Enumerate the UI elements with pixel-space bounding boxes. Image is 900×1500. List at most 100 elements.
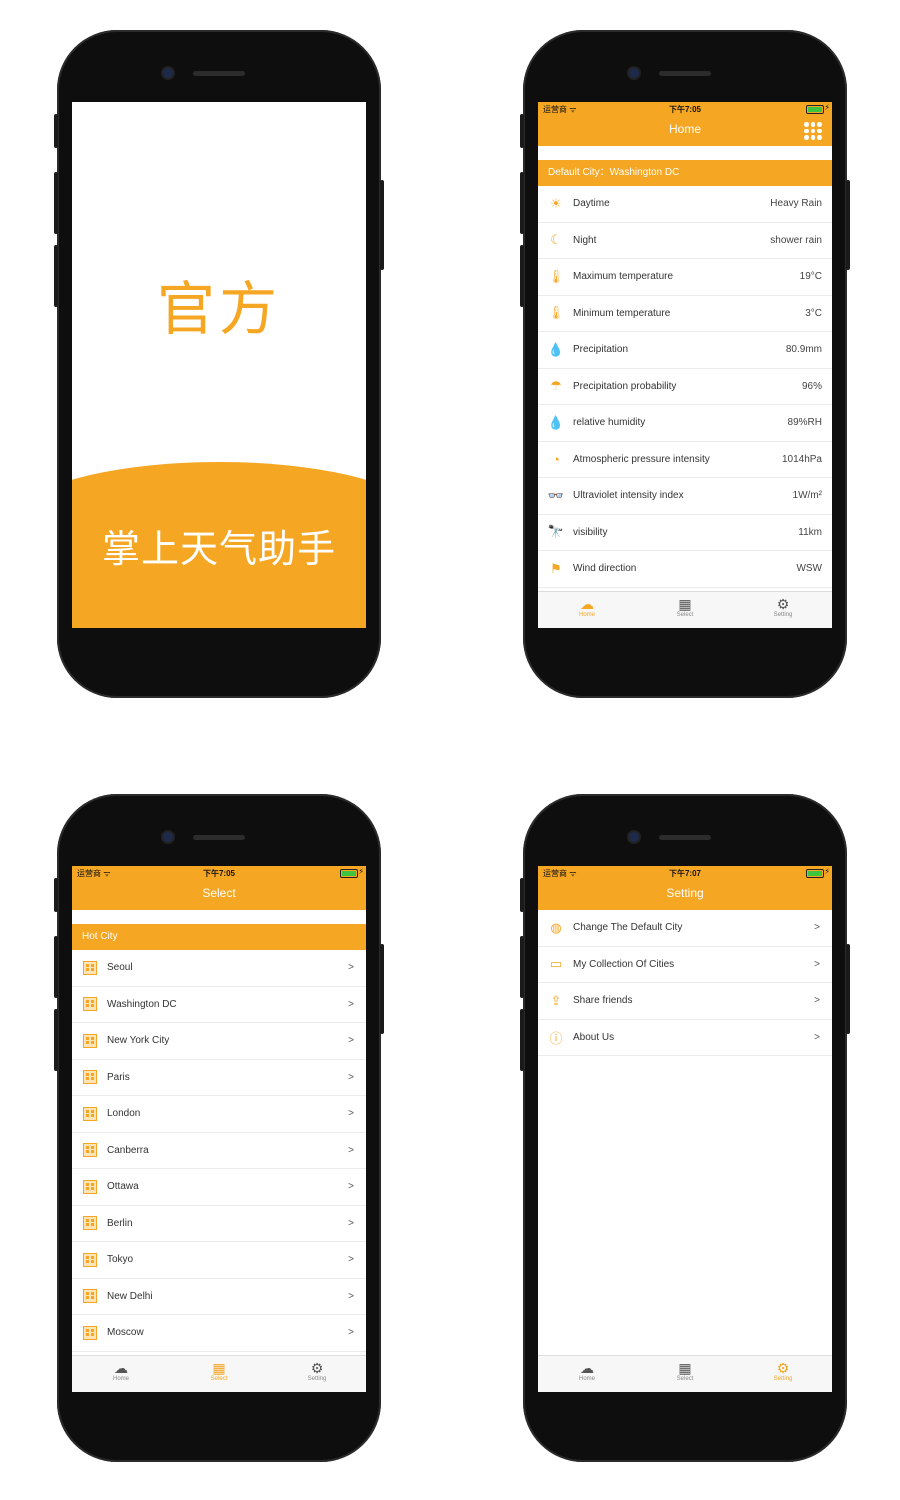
city-row[interactable]: Paris > [72,1060,366,1096]
weather-row-value: shower rain [770,234,822,246]
setting-label: Share friends [573,995,633,1007]
speaker [659,71,711,76]
setting-label: Change The Default City [573,922,683,934]
tab-bar: ☁ Home ▦ Select ⚙ Setting [538,1355,832,1392]
select-screen: 运营商 ᯤ 下午7:05 ⚡ Select Hot City Seoul > Was… [72,866,366,1392]
info-icon: ⓘ [549,1030,563,1046]
setting-row[interactable]: ⓘ About Us > [538,1020,832,1056]
building-icon [82,1325,98,1341]
chevron-right-icon: > [814,1031,820,1043]
weather-row: 🌡 Minimum temperature 3°C [538,296,832,332]
thermometer-icon: 🌡 [547,268,565,284]
city-row[interactable]: Moscow > [72,1315,366,1352]
chevron-right-icon: > [348,998,354,1010]
city-row[interactable]: New Delhi > [72,1279,366,1315]
city-name: Seoul [107,962,133,974]
weather-row-label: Wind direction [573,563,637,575]
setting-row[interactable]: ◍ Change The Default City > [538,910,832,947]
tab-select-label: Select [210,1376,228,1382]
status-bar: 运营商 ᯤ 下午7:07 ⚡ [538,866,832,880]
weather-row-value: 89%RH [787,417,822,429]
city-row[interactable]: London > [72,1096,366,1133]
grid-menu-icon[interactable] [804,122,822,140]
nav-bar: Setting [538,880,832,910]
building-icon [82,1033,98,1049]
weather-row-value: 96% [801,380,822,392]
weather-row-label: Precipitation [573,344,629,356]
nav-bar: Home [538,116,832,146]
tab-setting[interactable]: ⚙ Setting [268,1356,366,1392]
chevron-right-icon: > [348,1327,354,1339]
chevron-right-icon: > [348,1181,354,1193]
tab-select[interactable]: ▦ Select [636,592,734,628]
umbrella-icon: ☂ [550,378,562,394]
splash-subtitle: 掌上天气助手 [101,527,336,571]
tab-select[interactable]: ▦ Select [170,1356,268,1392]
tab-setting[interactable]: ⚙ Setting [734,592,832,628]
city-row[interactable]: New York City > [72,1023,366,1060]
city-row[interactable]: Canberra > [72,1133,366,1169]
tab-setting-label: Setting [773,1376,793,1382]
building-icon [82,1215,98,1231]
building-icon: ▦ [678,596,692,612]
cloud-sun-icon: ☁ [580,1360,594,1376]
setting-row[interactable]: ▭ My Collection Of Cities > [538,947,832,983]
status-bar: 运营商 ᯤ 下午7:05 ⚡ [72,866,366,880]
windsock-icon: ⚑ [550,560,562,576]
weather-row-label: Maximum temperature [573,271,674,283]
camera-icon [629,832,639,842]
status-bar: 运营商 ᯤ 下午7:05 ⚡ [538,102,832,116]
gauge-icon: ◔ [552,451,560,467]
building-icon [82,1069,98,1085]
weather-row: 🔭 visibility 11km [538,515,832,551]
chevron-right-icon: > [814,922,820,934]
weather-row-label: visibility [573,526,608,538]
camera-icon [163,832,173,842]
weather-row-value: WSW [796,563,822,575]
chevron-right-icon: > [348,1290,354,1302]
weather-row-value: 80.9mm [785,344,822,356]
city-list: Seoul > Washington DC > New York City > Paris >… [72,950,366,1352]
speaker [193,71,245,76]
tab-home[interactable]: ☁ Home [72,1356,170,1392]
chevron-right-icon: > [348,1035,354,1047]
cloud-sun-icon: ☁ [580,596,594,612]
weather-row-value: 11km [798,526,822,538]
city-row[interactable]: Berlin > [72,1206,366,1242]
phone-splash: 官方 掌上天气助手 [54,30,384,698]
building-icon [82,1288,98,1304]
nav-title: Home [668,122,701,136]
settings-list: ◍ Change The Default City > ▭ My Collection … [538,910,832,1056]
tab-home-label: Home [578,612,595,618]
phone-select: 运营商 ᯤ 下午7:05 ⚡ Select Hot City Seoul > Was… [54,794,384,1462]
building-icon [82,1106,98,1122]
weather-row-label: Precipitation probability [573,380,677,392]
hot-city-header: Hot City [72,924,366,950]
city-row[interactable]: Seoul > [72,950,366,987]
weather-row: ◔ Atmospheric pressure intensity 1014hPa [538,442,832,478]
tab-setting[interactable]: ⚙ Setting [734,1356,832,1392]
setting-row[interactable]: ⇪ Share friends > [538,983,832,1020]
thermometer-icon: 🌡 [547,305,565,321]
tab-home[interactable]: ☁ Home [538,592,636,628]
tab-select[interactable]: ▦ Select [636,1356,734,1392]
tab-home-label: Home [578,1376,595,1382]
city-row[interactable]: Tokyo > [72,1242,366,1279]
charging-icon: ⚡ [824,867,830,876]
city-name: Ottawa [107,1181,139,1193]
city-name: Canberra [107,1144,149,1156]
glasses-icon: 👓 [547,487,565,503]
weather-row: ⚑ Wind direction WSW [538,551,832,588]
weather-row: 🌡 Maximum temperature 19°C [538,259,832,296]
splash-screen: 官方 掌上天气助手 [72,102,366,628]
weather-row-label: relative humidity [573,417,646,429]
battery-icon [806,105,824,114]
tab-home[interactable]: ☁ Home [538,1356,636,1392]
home-screen: 运营商 ᯤ 下午7:05 ⚡ Home Default City：Washing… [538,102,832,628]
weather-row: 💧 relative humidity 89%RH [538,405,832,442]
weather-row-value: Heavy Rain [770,198,822,210]
city-row[interactable]: Ottawa > [72,1169,366,1206]
tab-select-label: Select [676,612,694,618]
city-row[interactable]: Washington DC > [72,987,366,1023]
status-time: 下午7:07 [668,869,701,878]
